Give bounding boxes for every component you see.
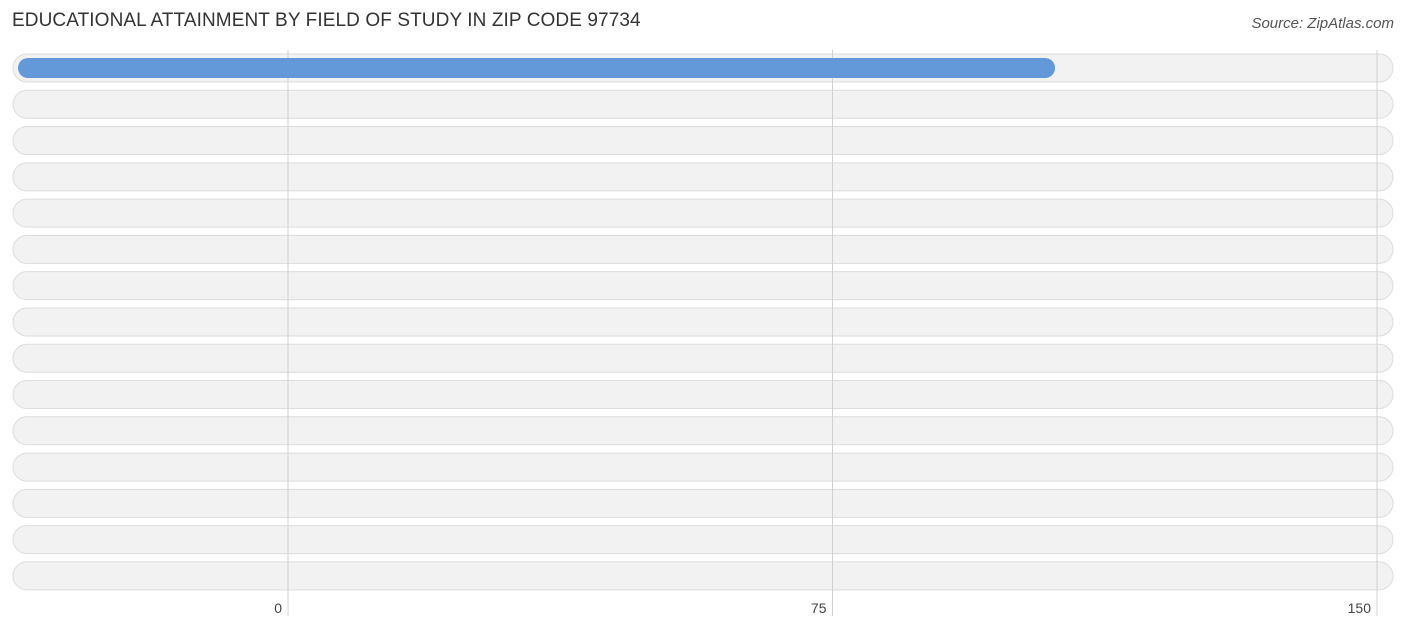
row-background — [12, 561, 1394, 591]
x-tick-label: 150 — [1348, 600, 1372, 616]
row-background — [12, 380, 1394, 410]
row-background — [12, 343, 1394, 373]
row-background — [12, 234, 1394, 264]
row-background — [12, 525, 1394, 555]
row-background — [12, 198, 1394, 228]
bar-row — [18, 58, 1056, 78]
row-background — [12, 452, 1394, 482]
x-tick-label: 75 — [811, 600, 827, 616]
row-background — [12, 416, 1394, 446]
row-background — [12, 307, 1394, 337]
row-background — [12, 271, 1394, 301]
row-background — [12, 162, 1394, 192]
bars — [18, 58, 1056, 78]
x-tick-label: 0 — [274, 600, 282, 616]
row-background — [12, 488, 1394, 518]
x-axis-ticks: 0 75 150 — [274, 600, 1371, 616]
bar — [18, 58, 1056, 78]
row-background — [12, 126, 1394, 156]
row-background — [12, 89, 1394, 119]
row-backgrounds — [12, 53, 1394, 591]
bar-chart: 0 75 150 — [12, 50, 1394, 616]
